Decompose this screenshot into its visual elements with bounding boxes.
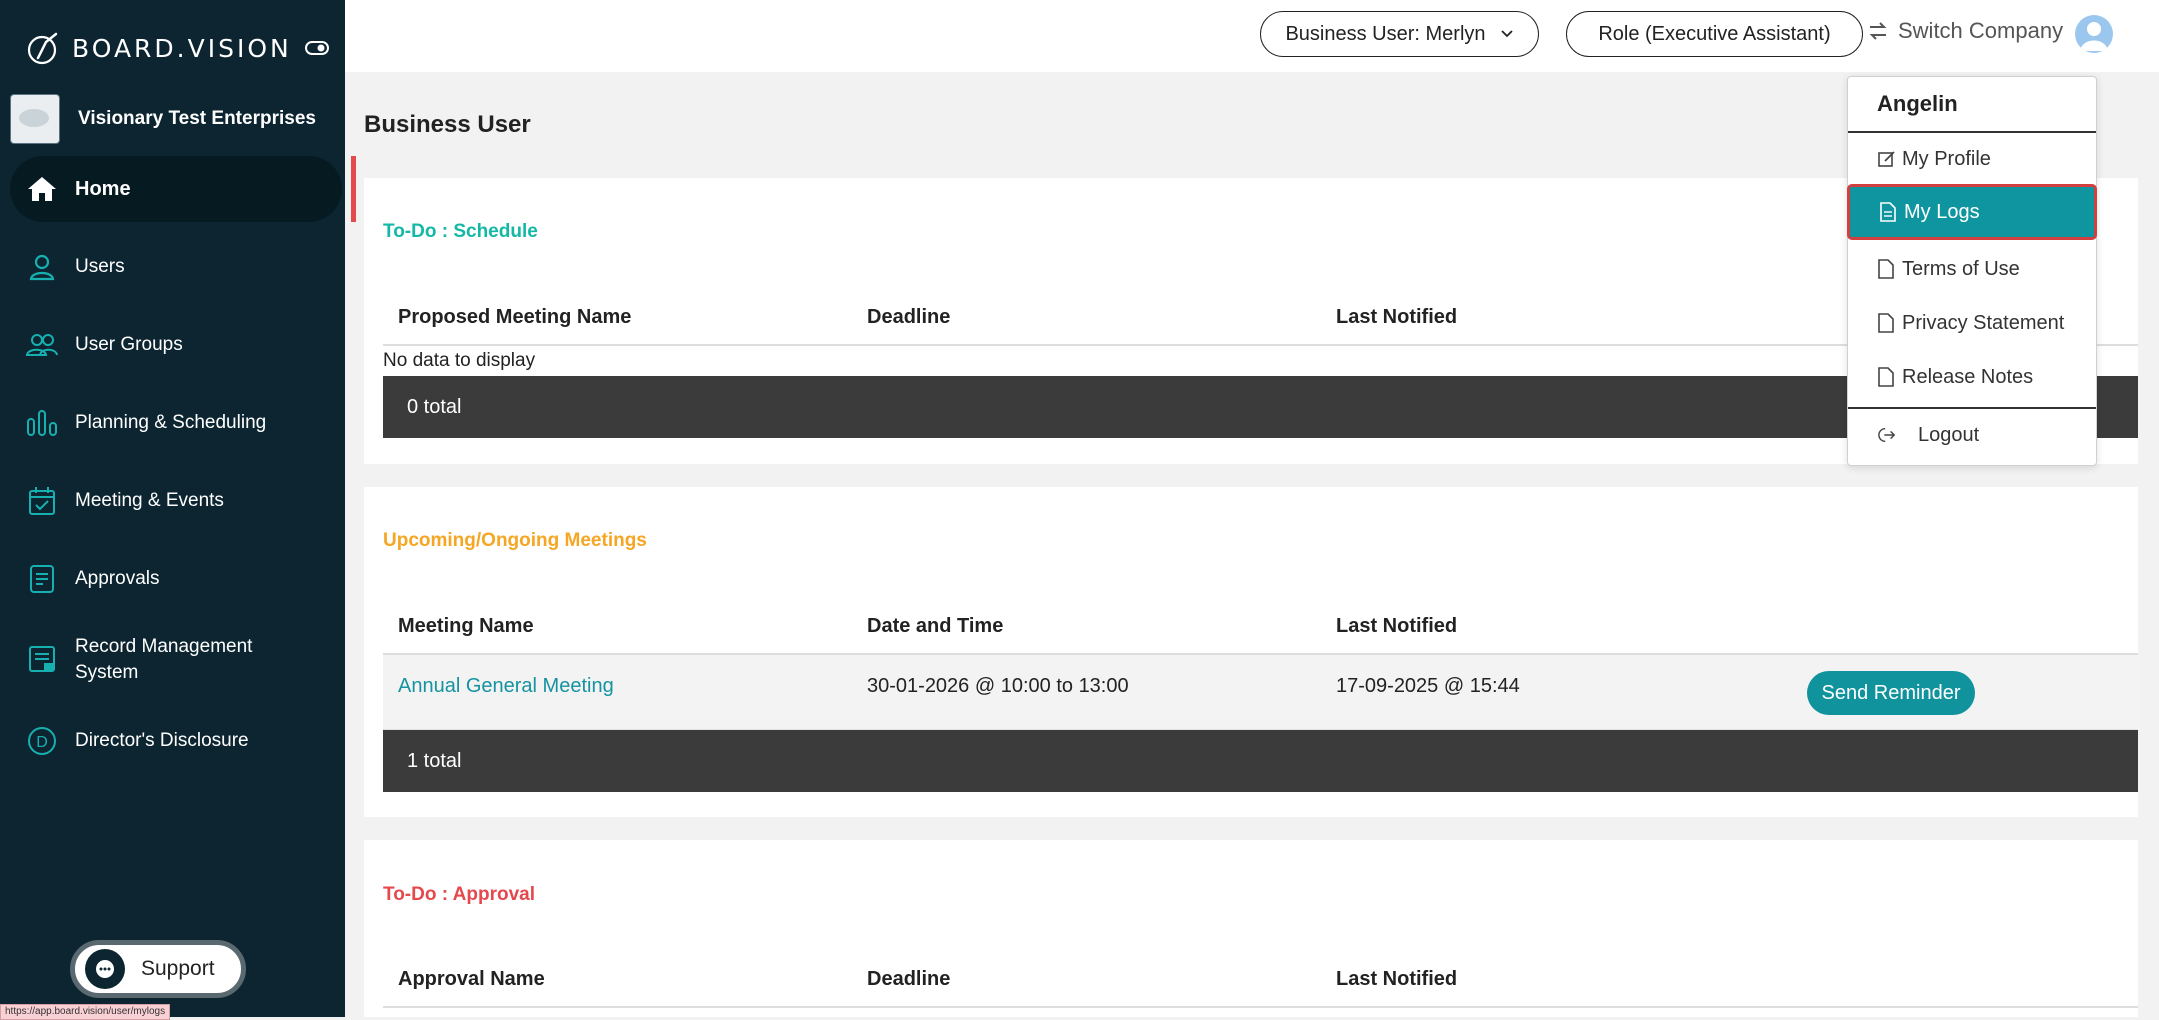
menu-item-label: Privacy Statement: [1902, 311, 2065, 334]
sidebar-item-approvals[interactable]: Approvals: [0, 546, 345, 612]
todo-approval-card: To-Do : Approval Approval Name Deadline …: [364, 840, 2138, 1017]
sidebar-item-label: User Groups: [75, 334, 183, 355]
switch-icon: [1869, 22, 1887, 40]
sidebar-item-label: Home: [75, 178, 131, 200]
logo-text: BOARD.VISION: [72, 33, 292, 63]
menu-item-privacy-statement[interactable]: Privacy Statement: [1848, 297, 2096, 349]
sidebar-item-label: Record Management System: [75, 636, 253, 683]
company-name: Visionary Test Enterprises: [78, 108, 316, 129]
status-bar-url: https://app.board.vision/user/mylogs: [0, 1004, 171, 1020]
switch-company-button[interactable]: Switch Company: [1868, 18, 2063, 44]
role-button[interactable]: Role (Executive Assistant): [1566, 11, 1863, 57]
document-icon: [26, 563, 58, 595]
column-header: Last Notified: [1336, 968, 1458, 990]
sidebar-item-directors-disclosure[interactable]: D Director's Disclosure: [0, 708, 345, 774]
calendar-icon: [26, 485, 58, 517]
sidebar-item-users[interactable]: Users: [0, 234, 345, 300]
menu-item-label: My Profile: [1902, 147, 1991, 170]
user-menu-name: Angelin: [1877, 91, 1958, 116]
table-row: Annual General Meeting 30-01-2026 @ 10:0…: [383, 655, 2138, 730]
active-indicator: [351, 156, 356, 222]
company-selector[interactable]: Visionary Test Enterprises: [10, 94, 316, 144]
meeting-name-link[interactable]: Annual General Meeting: [398, 675, 614, 698]
logo-icon: [27, 32, 58, 65]
business-user-dropdown[interactable]: Business User: Merlyn: [1260, 11, 1539, 57]
menu-item-label: Release Notes: [1902, 365, 2034, 388]
column-header: Approval Name: [398, 968, 545, 990]
bar-chart-icon: [26, 407, 58, 439]
menu-item-release-notes[interactable]: Release Notes: [1848, 351, 2096, 403]
menu-item-my-logs[interactable]: My Logs: [1847, 184, 2097, 240]
page-title: Business User: [364, 111, 531, 138]
table-footer-total: 1 total: [383, 730, 2138, 792]
menu-item-label: My Logs: [1904, 200, 1980, 223]
chevron-down-icon: [1500, 30, 1513, 38]
meeting-datetime: 30-01-2026 @ 10:00 to 13:00: [867, 675, 1129, 697]
column-header: Last Notified: [1336, 306, 1458, 328]
sidebar-item-label: Director's Disclosure: [75, 730, 249, 751]
record-icon: [26, 644, 58, 676]
table-header: Meeting Name Date and Time Last Notified: [383, 599, 2138, 655]
meeting-last-notified: 17-09-2025 @ 15:44: [1336, 675, 1520, 697]
role-label: Role (Executive Assistant): [1598, 22, 1831, 45]
todo-approval-table: Approval Name Deadline Last Notified: [383, 952, 2138, 1008]
file-icon: [1878, 313, 1896, 333]
file-text-icon: [1880, 202, 1898, 222]
column-header: Deadline: [867, 968, 951, 990]
sidebar-item-planning[interactable]: Planning & Scheduling: [0, 390, 345, 456]
user-menu-dropdown: Angelin My Profile My Logs Terms of Use …: [1847, 76, 2097, 466]
file-icon: [1878, 259, 1896, 279]
sidebar: BOARD.VISION Visionary Test Enterprises …: [0, 0, 356, 1020]
avatar[interactable]: [2075, 15, 2113, 53]
sidebar-nav: Home Users User Groups Planning & Schedu…: [0, 156, 356, 786]
business-user-label: Business User: Merlyn: [1285, 22, 1486, 45]
home-icon: [26, 173, 58, 205]
chat-icon: [85, 949, 125, 989]
support-button[interactable]: Support: [70, 940, 246, 998]
sidebar-item-label: Planning & Scheduling: [75, 412, 267, 433]
send-reminder-button[interactable]: Send Reminder: [1807, 671, 1975, 715]
disclosure-icon: D: [26, 725, 58, 757]
todo-schedule-heading: To-Do : Schedule: [383, 221, 538, 242]
logout-icon: [1878, 425, 1896, 445]
column-header: Last Notified: [1336, 615, 1458, 637]
sidebar-item-label: Meeting & Events: [75, 490, 224, 511]
user-icon: [26, 251, 58, 283]
sidebar-item-home[interactable]: Home: [10, 156, 356, 222]
column-header: Meeting Name: [398, 615, 534, 637]
switch-company-label: Switch Company: [1898, 18, 2064, 43]
top-bar: Business User: Merlyn Role (Executive As…: [345, 0, 2159, 72]
menu-item-label: Terms of Use: [1902, 257, 2020, 280]
svg-text:D: D: [36, 734, 48, 751]
menu-item-my-profile[interactable]: My Profile: [1848, 133, 2096, 185]
menu-item-logout[interactable]: Logout: [1848, 409, 2096, 461]
support-label: Support: [141, 957, 215, 980]
edit-icon: [1878, 149, 1896, 169]
meetings-card: Upcoming/Ongoing Meetings Meeting Name D…: [364, 487, 2138, 817]
sidebar-item-record-management[interactable]: Record Management System: [0, 624, 345, 696]
sidebar-item-meetings[interactable]: Meeting & Events: [0, 468, 345, 534]
todo-approval-heading: To-Do : Approval: [383, 884, 535, 905]
sidebar-item-label: Approvals: [75, 568, 160, 589]
meetings-table: Meeting Name Date and Time Last Notified…: [383, 599, 2138, 792]
meetings-heading: Upcoming/Ongoing Meetings: [383, 530, 647, 551]
file-icon: [1878, 367, 1896, 387]
brand: BOARD.VISION: [24, 26, 329, 70]
user-group-icon: [26, 329, 58, 361]
column-header: Proposed Meeting Name: [398, 306, 632, 328]
company-logo: [10, 94, 60, 144]
menu-item-label: Logout: [1918, 423, 1980, 446]
column-header: Deadline: [867, 306, 951, 328]
column-header: Date and Time: [867, 615, 1004, 637]
sidebar-item-user-groups[interactable]: User Groups: [0, 312, 345, 378]
menu-item-terms-of-use[interactable]: Terms of Use: [1848, 243, 2096, 295]
sidebar-item-label: Users: [75, 256, 125, 277]
toggle-icon[interactable]: [305, 38, 329, 58]
table-header: Approval Name Deadline Last Notified: [383, 952, 2138, 1008]
